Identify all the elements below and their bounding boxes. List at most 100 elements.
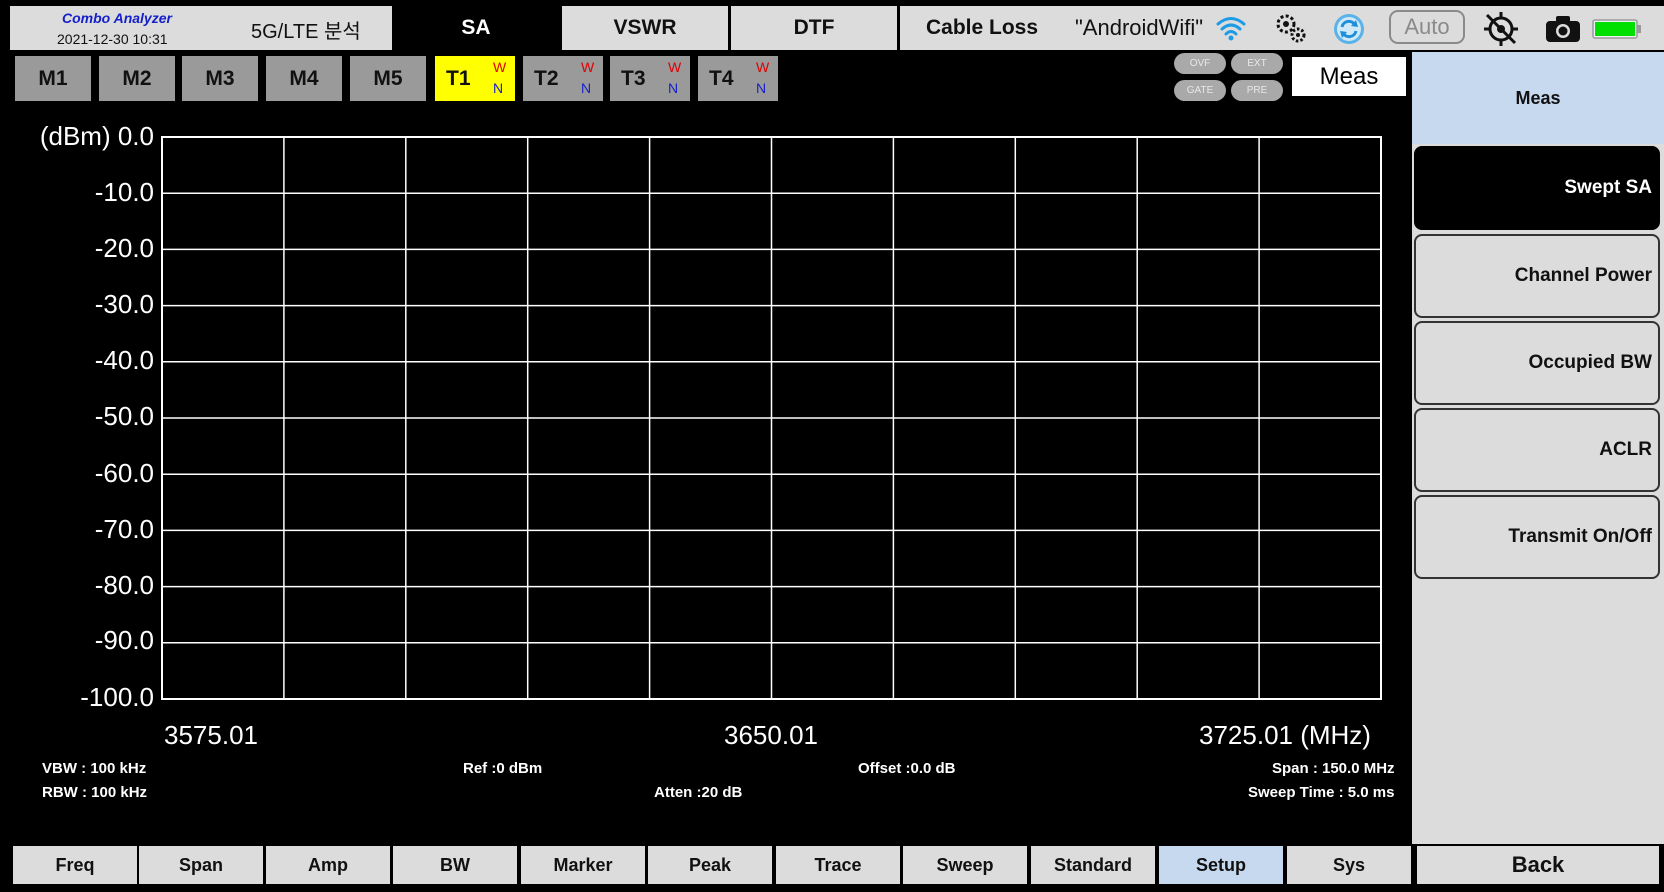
menu-setup-button[interactable]: Setup bbox=[1159, 846, 1283, 884]
offset-info: Offset :0.0 dB bbox=[858, 760, 956, 777]
rbw-info: RBW : 100 kHz bbox=[42, 784, 148, 801]
app-title-block[interactable]: Combo Analyzer 2021-12-30 10:31 5G/LTE 분… bbox=[10, 6, 392, 50]
wifi-network-name: "AndroidWifi" bbox=[1075, 15, 1204, 40]
panel-title-text: Meas bbox=[1515, 87, 1561, 108]
gate-indicator: GATE bbox=[1174, 80, 1226, 101]
y-tick-label: (dBm) 0.0 bbox=[4, 121, 154, 152]
menu-freq-label: Freq bbox=[55, 854, 95, 875]
pre-label: PRE bbox=[1246, 85, 1268, 96]
x-stop-label: 3725.01 (MHz) bbox=[1199, 720, 1371, 750]
menu-span-button[interactable]: Span bbox=[139, 846, 263, 884]
softkey-swept-sa[interactable]: Swept SA bbox=[1414, 146, 1660, 230]
menu-standard-button[interactable]: Standard bbox=[1031, 846, 1155, 884]
softkey-aclr[interactable]: ACLR bbox=[1414, 408, 1660, 492]
marker-m3-label: M3 bbox=[205, 66, 235, 90]
y-tick-3: -30.0 bbox=[94, 289, 154, 319]
tab-cable-loss[interactable]: Cable Loss bbox=[900, 6, 1064, 50]
softkey-occupied-bw[interactable]: Occupied BW bbox=[1414, 321, 1660, 405]
y-unit-label: (dBm) bbox=[39, 121, 111, 151]
menu-sys-label: Sys bbox=[1332, 854, 1366, 875]
marker-m2-button[interactable]: M2 bbox=[99, 56, 175, 101]
spectrum-plot[interactable] bbox=[0, 100, 1412, 700]
trace-t1-mode-n: N bbox=[493, 80, 504, 96]
status-area: "AndroidWifi" Auto bbox=[1064, 6, 1664, 50]
gps-icon[interactable] bbox=[1482, 10, 1520, 48]
settings-gears-icon[interactable] bbox=[1274, 12, 1308, 44]
trace-t2-button[interactable]: T2 W N bbox=[523, 56, 603, 101]
marker-m2-label: M2 bbox=[122, 66, 152, 90]
mode-label: 5G/LTE 분석 bbox=[251, 21, 361, 43]
menu-setup-label: Setup bbox=[1195, 854, 1246, 875]
trace-t3-button[interactable]: T3 W N bbox=[610, 56, 690, 101]
tab-dtf[interactable]: DTF bbox=[731, 6, 897, 50]
y-tick-2: -20.0 bbox=[94, 233, 154, 263]
auto-button[interactable]: Auto bbox=[1389, 10, 1465, 44]
back-button-label: Back bbox=[1511, 852, 1565, 877]
trace-t2-label: T2 bbox=[534, 67, 559, 90]
menu-marker-label: Marker bbox=[553, 854, 613, 875]
marker-m3-button[interactable]: M3 bbox=[182, 56, 258, 101]
span-info: Span : 150.0 MHz bbox=[1272, 760, 1395, 777]
softkey-channel-power-label: Channel Power bbox=[1514, 265, 1652, 286]
marker-m5-label: M5 bbox=[373, 66, 403, 90]
tab-vswr[interactable]: VSWR bbox=[562, 6, 728, 50]
menu-span-label: Span bbox=[178, 854, 223, 875]
sync-icon[interactable] bbox=[1332, 12, 1366, 46]
softkey-panel: Meas Swept SA Channel Power Occupied BW … bbox=[1412, 52, 1664, 844]
y-tick-8: -80.0 bbox=[94, 570, 154, 600]
marker-m1-label: M1 bbox=[38, 66, 68, 90]
trace-t2-mode-n: N bbox=[581, 80, 592, 96]
back-button[interactable]: Back bbox=[1417, 846, 1659, 884]
trace-t3-label: T3 bbox=[621, 67, 646, 90]
trace-t4-mode-w: W bbox=[756, 59, 770, 75]
measurement-title-text: Meas bbox=[1319, 62, 1379, 90]
menu-standard-label: Standard bbox=[1053, 854, 1132, 875]
y-tick-7: -70.0 bbox=[94, 514, 154, 544]
trace-t3-mode-n: N bbox=[668, 80, 679, 96]
menu-trace-button[interactable]: Trace bbox=[776, 846, 900, 884]
auto-button-label: Auto bbox=[1404, 14, 1450, 39]
softkey-transmit-on-off-label: Transmit On/Off bbox=[1508, 526, 1652, 547]
wifi-icon[interactable] bbox=[1216, 15, 1246, 41]
softkey-swept-sa-label: Swept SA bbox=[1564, 177, 1652, 198]
ref-info: Ref :0 dBm bbox=[463, 760, 543, 777]
tab-vswr-label: VSWR bbox=[613, 16, 677, 39]
softkey-channel-power[interactable]: Channel Power bbox=[1414, 234, 1660, 318]
top-bar: Combo Analyzer 2021-12-30 10:31 5G/LTE 분… bbox=[0, 0, 1664, 52]
vbw-info: VBW : 100 kHz bbox=[42, 760, 147, 777]
menu-sys-button[interactable]: Sys bbox=[1287, 846, 1411, 884]
marker-m5-button[interactable]: M5 bbox=[350, 56, 426, 101]
tab-dtf-label: DTF bbox=[793, 16, 835, 39]
trace-t2-mode-w: W bbox=[581, 59, 595, 75]
trace-t1-label: T1 bbox=[446, 67, 471, 90]
softkey-occupied-bw-label: Occupied BW bbox=[1528, 352, 1652, 373]
y-tick-0: 0.0 bbox=[117, 121, 154, 151]
pre-indicator: PRE bbox=[1231, 80, 1283, 101]
app-name: Combo Analyzer bbox=[62, 10, 172, 26]
gate-label: GATE bbox=[1186, 85, 1214, 96]
softkey-aclr-label: ACLR bbox=[1599, 439, 1652, 460]
marker-m1-button[interactable]: M1 bbox=[15, 56, 91, 101]
menu-bw-button[interactable]: BW bbox=[393, 846, 517, 884]
trace-t4-button[interactable]: T4 W N bbox=[698, 56, 778, 101]
ext-label: EXT bbox=[1247, 58, 1267, 69]
menu-peak-button[interactable]: Peak bbox=[648, 846, 772, 884]
trace-t1-button[interactable]: T1 W N bbox=[435, 56, 515, 101]
tab-sa[interactable]: SA bbox=[392, 6, 560, 50]
menu-amp-button[interactable]: Amp bbox=[266, 846, 390, 884]
ovf-label: OVF bbox=[1189, 58, 1211, 69]
menu-sweep-label: Sweep bbox=[936, 854, 994, 875]
softkey-transmit-on-off[interactable]: Transmit On/Off bbox=[1414, 495, 1660, 579]
battery-icon bbox=[1592, 19, 1641, 39]
marker-m4-button[interactable]: M4 bbox=[266, 56, 342, 101]
y-tick-5: -50.0 bbox=[94, 401, 154, 431]
plot-grid bbox=[161, 136, 1382, 700]
x-center-label: 3650.01 bbox=[724, 720, 818, 750]
menu-peak-label: Peak bbox=[688, 854, 732, 875]
camera-icon[interactable] bbox=[1544, 14, 1582, 44]
y-tick-6: -60.0 bbox=[94, 458, 154, 488]
menu-freq-button[interactable]: Freq bbox=[13, 846, 137, 884]
menu-marker-button[interactable]: Marker bbox=[521, 846, 645, 884]
menu-sweep-button[interactable]: Sweep bbox=[903, 846, 1027, 884]
menu-trace-label: Trace bbox=[814, 854, 862, 875]
